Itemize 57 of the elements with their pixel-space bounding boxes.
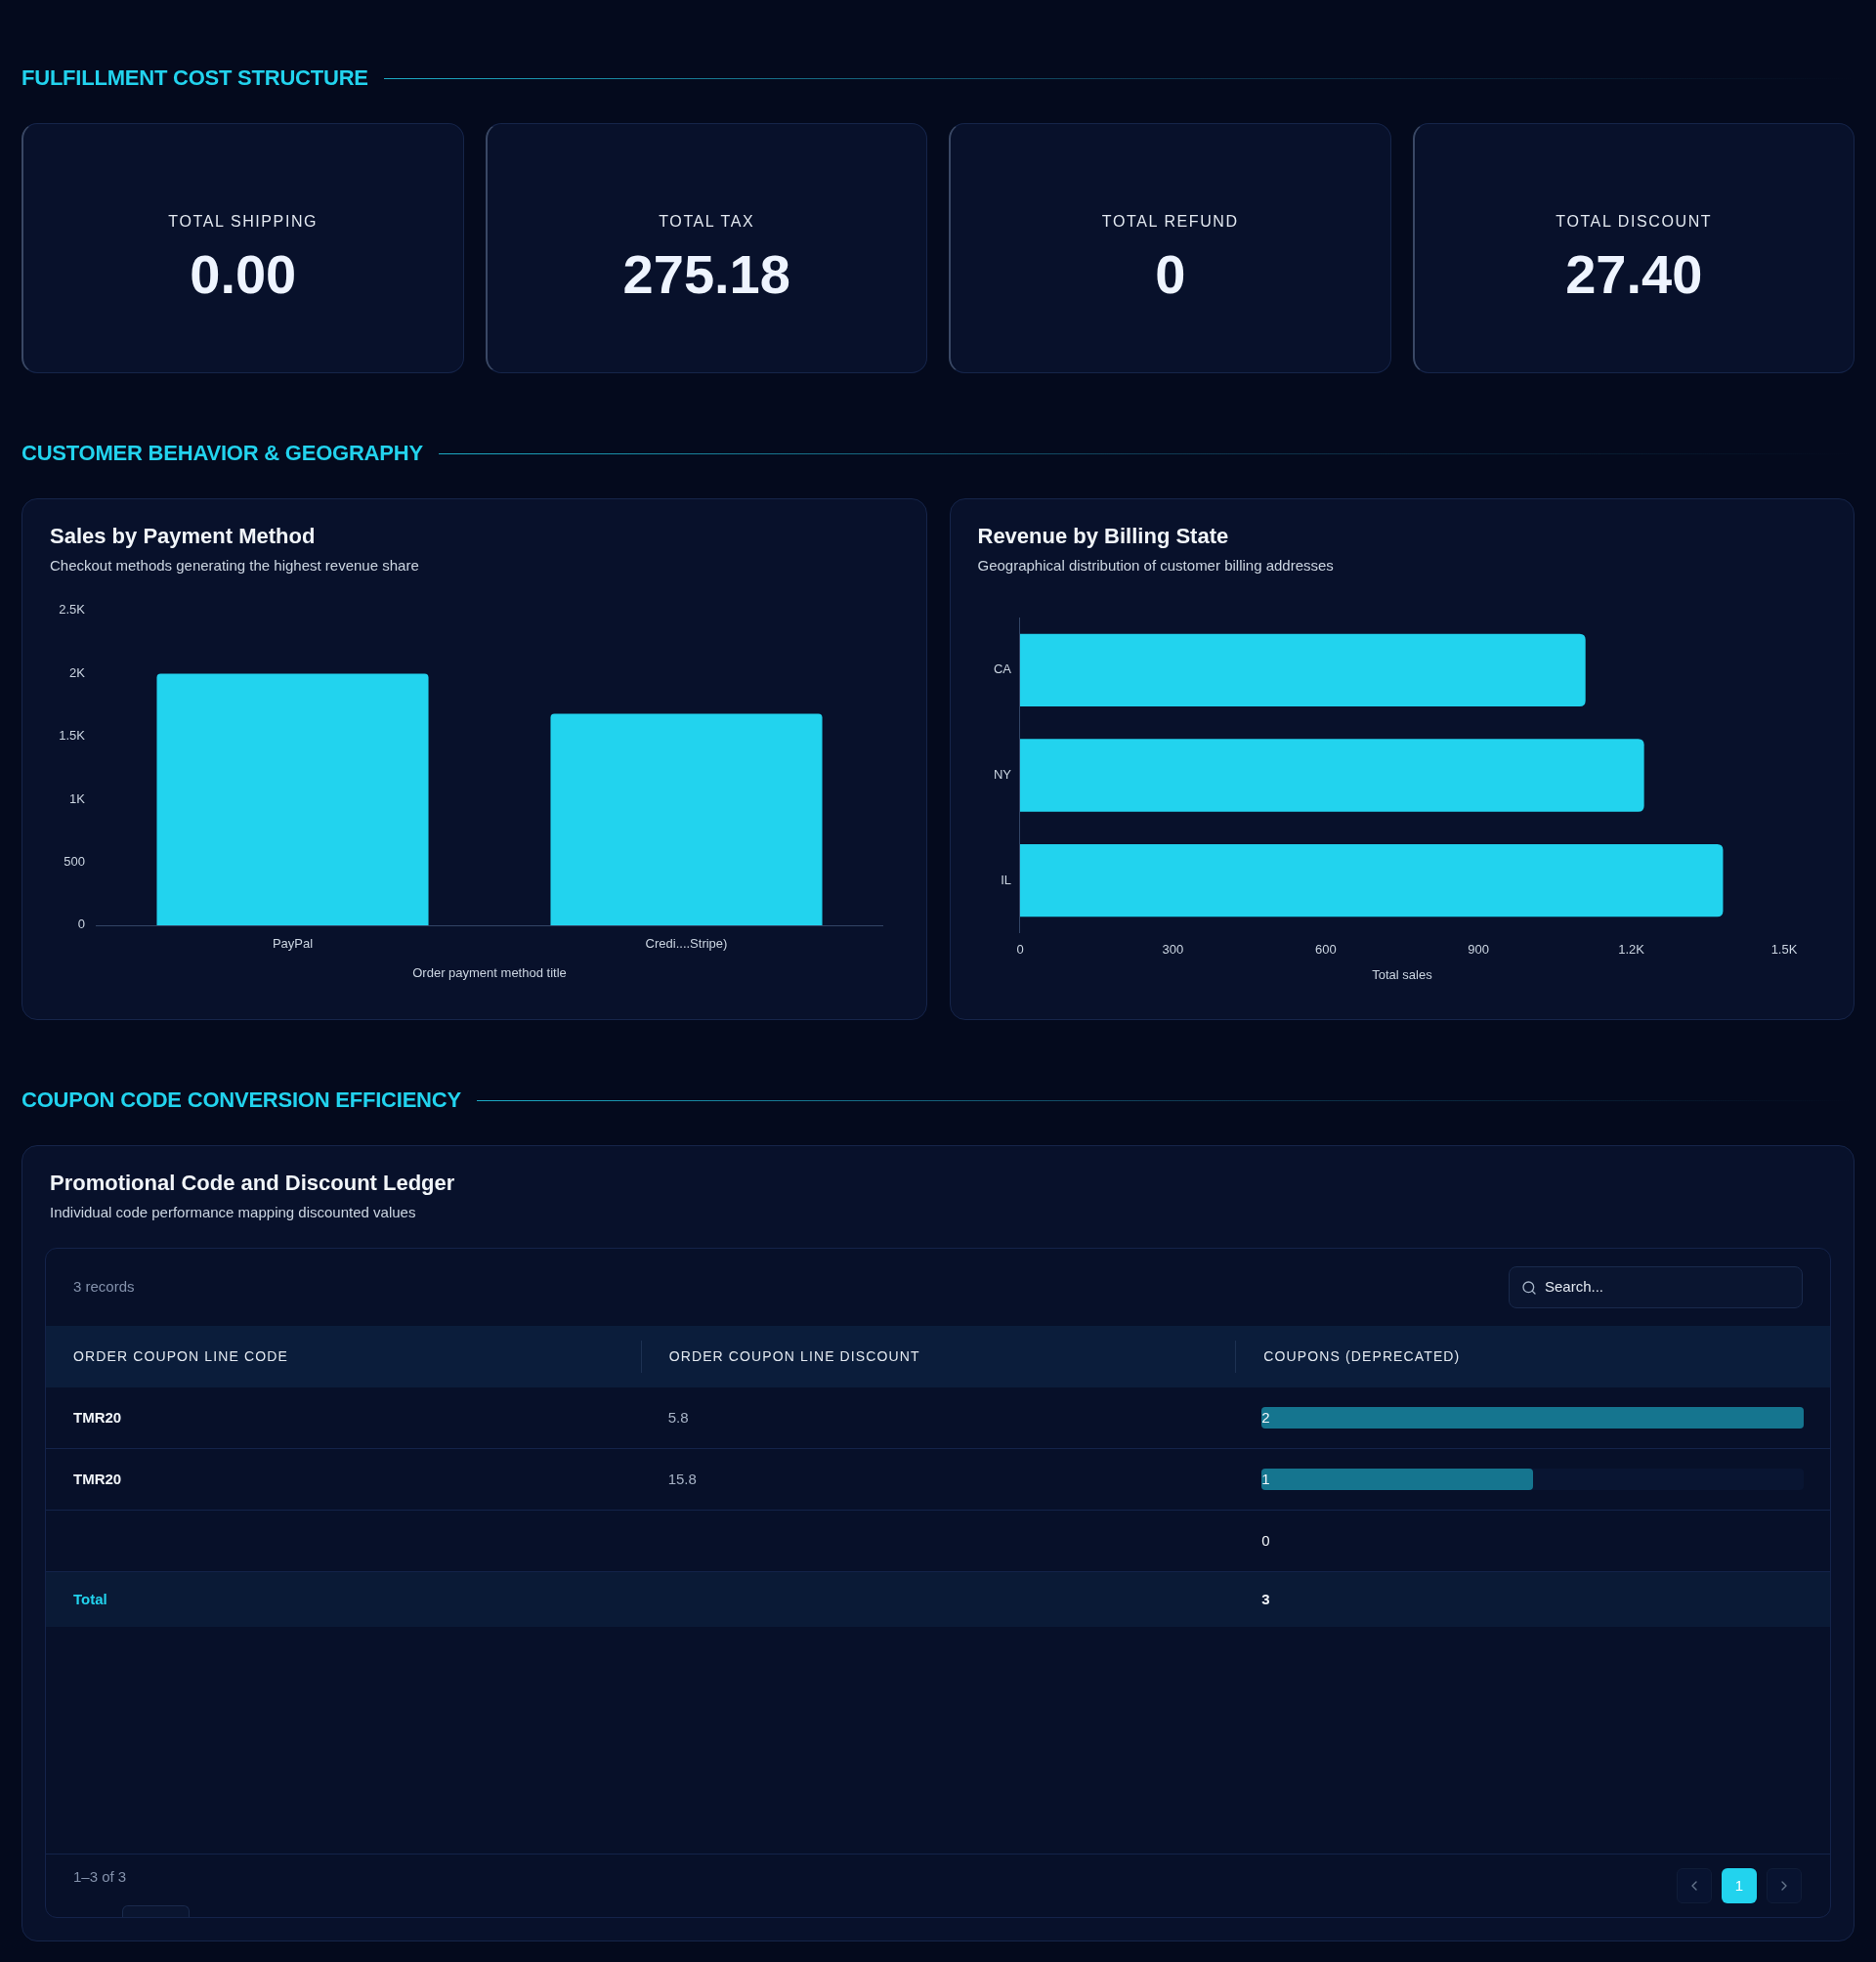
axis-tick-label: 2.5K [59,602,85,618]
column-header: ORDER COUPON LINE DISCOUNT [668,1347,920,1366]
metric-label: TOTAL TAX [659,212,755,232]
chart-subtitle: Geographical distribution of customer billing addresses [977,556,1335,576]
metric-label: TOTAL DISCOUNT [1556,212,1713,232]
axis-tick-label: 500 [64,854,85,870]
previous-page-button[interactable] [1677,1868,1712,1903]
axis-tick-label: 1.2K [1617,942,1644,958]
category-label: NY [993,766,1011,782]
page-size-field[interactable] [122,1905,190,1917]
axis-tick-label: 900 [1467,942,1489,958]
column-header: COUPONS (DEPRECATED) [1263,1347,1461,1366]
next-page-button[interactable] [1767,1868,1802,1903]
table-cell-text: 5.8 [667,1407,689,1428]
table-title: Promotional Code and Discount Ledger [50,1170,456,1197]
table-subtitle: Individual code performance mapping discounted values [50,1203,417,1222]
section-title: FULFILLMENT COST STRUCTURE [21,64,368,92]
category-label: Credi....Stripe) [645,936,728,952]
table-cell-text: 2 [1261,1408,1270,1428]
total-label: Total [73,1589,107,1609]
metric-label: TOTAL REFUND [1101,212,1239,232]
search-input[interactable]: Search... [1545,1276,1790,1299]
range-label: 1–3 of 3 [73,1867,127,1887]
search-field[interactable]: Search... [1509,1266,1803,1308]
chart-subtitle: Checkout methods generating the highest revenue share [50,556,420,576]
axis-tick-label: 1.5K [1770,942,1797,958]
total-value: 3 [1261,1589,1270,1609]
chart-title: Revenue by Billing State [977,523,1230,550]
axis-tick-label: 1K [69,790,85,806]
section-title: CUSTOMER BEHAVIOR & GEOGRAPHY [21,440,423,467]
chart-title: Sales by Payment Method [50,523,317,550]
axis-title: Total sales [1371,967,1432,983]
column-header: ORDER COUPON LINE CODE [73,1347,288,1366]
table-cell-text: 15.8 [667,1469,697,1489]
axis-tick-label: 300 [1162,942,1183,958]
record-count: 3 records [73,1277,135,1298]
axis-tick-label: 600 [1314,942,1337,958]
category-label: IL [1000,872,1011,887]
axis-tick-label: 2K [69,664,85,680]
axis-tick-label: 1.5K [59,728,85,744]
table-cell-text: TMR20 [73,1407,122,1428]
category-label: PayPal [272,936,314,952]
axis-tick-label: 0 [77,917,85,932]
metric-label: TOTAL SHIPPING [168,212,319,232]
metric-value: 0 [1155,245,1186,304]
metric-value: 27.40 [1565,245,1703,304]
search-icon [1521,1279,1537,1296]
section-title: COUPON CODE CONVERSION EFFICIENCY [21,1087,461,1114]
table-cell-text: TMR20 [73,1469,122,1489]
axis-title: Order payment method title [412,965,567,981]
metric-value: 0.00 [190,245,297,304]
category-label: CA [993,661,1011,677]
page-button[interactable]: 1 [1722,1868,1757,1903]
metric-value: 275.18 [622,245,790,304]
axis-tick-label: 0 [1015,942,1024,958]
table-cell-text: 0 [1261,1531,1270,1551]
table-cell-text: 1 [1261,1470,1270,1489]
